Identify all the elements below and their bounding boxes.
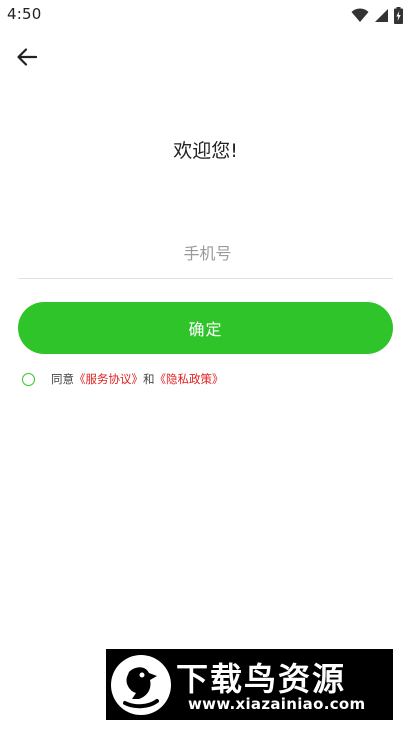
battery-charging-icon (394, 6, 403, 24)
agreement-prefix: 同意 (51, 372, 74, 386)
arrow-left-icon (17, 48, 38, 70)
watermark-banner: 下载鸟资源 www.xiazainiao.com (106, 649, 393, 720)
agreement-row: 同意 《服务协议》 和 《隐私政策》 (22, 369, 224, 389)
bird-logo-icon (111, 655, 171, 715)
privacy-policy-link[interactable]: 《隐私政策》 (155, 371, 224, 387)
agreement-checkbox[interactable] (22, 372, 35, 386)
status-bar: 4:50 (0, 0, 411, 32)
welcome-title: 欢迎您! (173, 140, 238, 162)
agreement-conjunction: 和 (143, 372, 155, 386)
phone-input[interactable] (18, 232, 397, 274)
cellular-signal-icon (374, 8, 389, 23)
watermark-title: 下载鸟资源 (176, 660, 347, 698)
wifi-icon (351, 7, 369, 23)
watermark-url: www.xiazainiao.com (188, 695, 366, 713)
status-icons (351, 5, 403, 25)
status-time: 4:50 (7, 5, 42, 23)
back-button[interactable] (10, 44, 44, 74)
phone-field-container (18, 232, 397, 279)
confirm-button[interactable]: 确定 (18, 302, 393, 354)
service-agreement-link[interactable]: 《服务协议》 (74, 371, 143, 387)
